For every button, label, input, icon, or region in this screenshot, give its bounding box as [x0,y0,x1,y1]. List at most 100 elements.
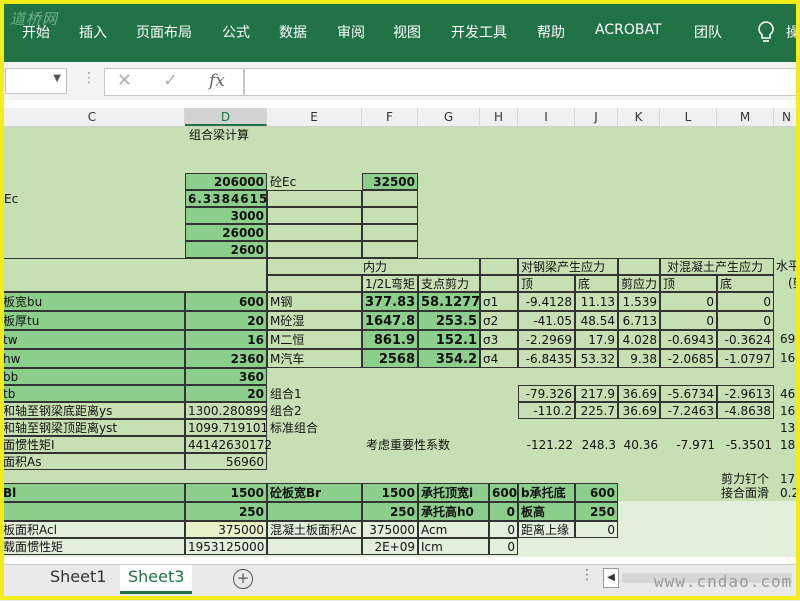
cell-top2-header[interactable]: 顶 [660,275,717,292]
cell-f14[interactable]: 2568 [362,349,418,368]
cell-k11[interactable]: 1.539 [618,292,660,311]
cell-d24[interactable]: 375000 [185,521,267,538]
cell-f22[interactable]: 1500 [362,483,418,502]
cell-l17[interactable]: -7.2463 [660,402,717,419]
col-header-j[interactable]: J [575,108,618,126]
tab-help[interactable]: 帮助 [537,22,565,42]
cell-h22[interactable]: 600 [489,483,518,502]
cell-n13[interactable]: 69 [778,331,797,348]
cell-c20[interactable]: 面积As [0,453,185,470]
cell-e23[interactable] [267,502,362,521]
col-header-i[interactable]: I [518,108,575,126]
cell-e22[interactable]: 砼板宽Br [267,483,362,502]
cell-d20[interactable]: 56960 [185,453,267,470]
cell-g22[interactable]: 承托顶宽l [418,483,489,502]
cell-e8[interactable] [267,241,362,258]
cell-bottom2-header[interactable]: 底 [717,275,774,292]
cell-bottom-header[interactable]: 底 [575,275,618,292]
cell-e25[interactable] [267,538,362,555]
cell-i11[interactable]: -9.4128 [518,292,575,311]
cell-h25[interactable]: 0 [489,538,518,555]
sheet-title[interactable]: 组合梁计算 [187,127,251,144]
col-header-k[interactable]: K [618,108,660,126]
cell-c13[interactable]: tw [0,330,185,349]
cell-d8[interactable]: 2600 [185,241,267,258]
cell-k17[interactable]: 36.69 [618,402,660,419]
col-header-l[interactable]: L [660,108,717,126]
cell-n22[interactable]: 0.2 [778,485,800,502]
cell-d15[interactable]: 360 [185,368,267,385]
cell-j23[interactable]: 250 [575,502,618,521]
cell-i23[interactable]: 板高 [518,502,575,521]
cell-c17[interactable]: 和轴至钢梁底距离ys [0,402,185,419]
cell-shear-header[interactable]: 支点剪力 [418,275,480,292]
cell-k9[interactable] [618,258,660,275]
cell-c19[interactable]: 面惯性矩I [0,436,185,453]
cell-i17[interactable]: -110.2 [518,402,575,419]
cell-h12[interactable]: σ2 [480,311,518,330]
cell-i16[interactable]: -79.326 [518,385,575,402]
cell-f19[interactable]: 考虑重要性系数 [364,437,452,454]
cell-l22[interactable]: 接合面滑 [719,485,771,502]
cell-e7[interactable] [267,224,362,241]
cell-d13[interactable]: 16 [185,330,267,349]
col-header-e[interactable]: E [267,108,362,126]
cell-d12[interactable]: 20 [185,311,267,330]
cell-k12[interactable]: 6.713 [618,311,660,330]
cell-m17[interactable]: -4.8638 [717,402,774,419]
cell-h24[interactable]: 0 [489,521,518,538]
tab-insert[interactable]: 插入 [79,22,107,42]
tell-me-label[interactable]: 操 [786,22,800,42]
cell-g14[interactable]: 354.2 [418,349,480,368]
tab-developer[interactable]: 开发工具 [451,22,507,42]
cell-moment-header[interactable]: 1/2L弯矩 [362,275,418,292]
cell-c12[interactable]: 板厚tu [0,311,185,330]
cell-d18[interactable]: 1099.719101 [185,419,268,436]
cell-e13[interactable]: M二恒 [267,330,362,349]
cell-c11[interactable]: 板宽bu [0,292,185,311]
cell-m11[interactable]: 0 [717,292,774,311]
cell-d7[interactable]: 26000 [185,224,267,241]
cell-j24[interactable]: 0 [575,521,618,538]
tab-acrobat[interactable]: ACROBAT [595,22,662,38]
cell-h23[interactable]: 0 [489,502,518,521]
cell-l19[interactable]: -7.971 [660,437,717,454]
cell-f13[interactable]: 861.9 [362,330,418,349]
cell-f12[interactable]: 1647.8 [362,311,418,330]
cell-n14[interactable]: 16 [778,350,797,367]
cell-d23[interactable]: 250 [185,502,267,521]
cell-d4[interactable]: 206000 [185,173,267,190]
cell-e4[interactable]: 砼Ec [268,174,298,191]
cell-c23[interactable] [0,502,185,521]
cancel-icon[interactable]: ✕ [117,70,132,91]
col-header-n[interactable]: N [774,108,800,126]
cell-j22[interactable]: 600 [575,483,618,502]
cell-l11[interactable]: 0 [660,292,717,311]
cell-h10[interactable] [480,275,518,292]
name-box[interactable]: ▼ [5,68,67,94]
cell-j11[interactable]: 11.13 [575,292,618,311]
insert-function-button[interactable]: fx [209,71,225,91]
cell-n17[interactable]: 16 [778,403,797,420]
cell-h13[interactable]: σ3 [480,330,518,349]
cell-m16[interactable]: -2.9613 [717,385,774,402]
tab-page-layout[interactable]: 页面布局 [136,22,192,42]
cell-h14[interactable]: σ4 [480,349,518,368]
cell-d19[interactable]: 44142630172 [185,436,272,453]
cell-k19[interactable]: 40.36 [618,437,660,454]
sheet-tab-sheet3[interactable]: Sheet3 [120,565,193,594]
cell-e6[interactable] [267,207,362,224]
col-header-f[interactable]: F [362,108,418,126]
cell-c18[interactable]: 和轴至钢梁顶距离yst [0,419,185,436]
cell-internal-force[interactable]: 内力 [267,258,480,275]
cell-i13[interactable]: -2.2969 [518,330,575,349]
scroll-left-icon[interactable]: ◀ [603,568,619,588]
cell-d5[interactable]: 6.3384615 [185,190,267,207]
cell-shear-stress-header[interactable]: 剪应力 [618,275,660,292]
cell-d17[interactable]: 1300.280899 [185,402,268,419]
cell-h9[interactable] [480,258,518,275]
cell-l12[interactable]: 0 [660,311,717,330]
cell-f4[interactable]: 32500 [362,173,418,190]
cell-f8[interactable] [362,241,418,258]
tab-review[interactable]: 审阅 [337,22,365,42]
